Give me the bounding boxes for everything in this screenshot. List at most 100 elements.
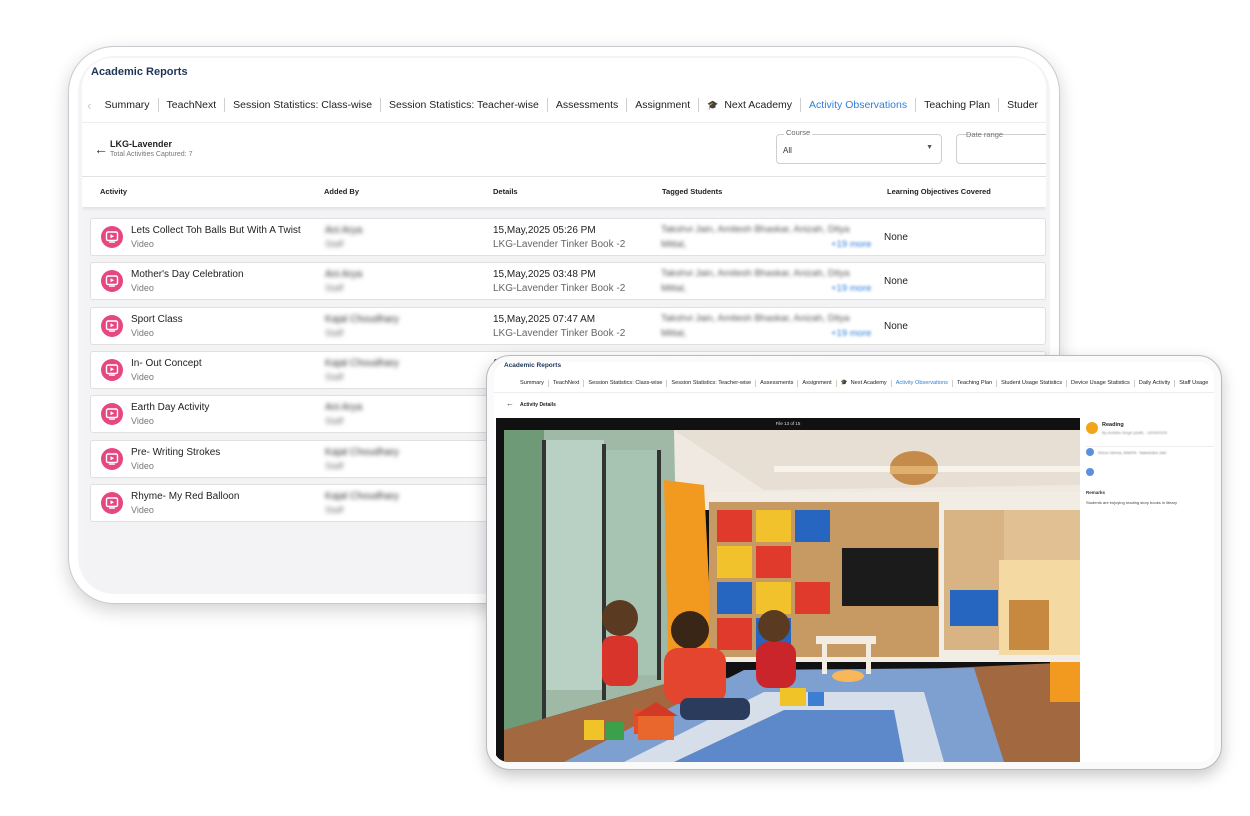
learning-objectives: None <box>884 276 908 288</box>
col-details: Details <box>493 187 518 196</box>
course-select[interactable]: All ▼ <box>776 134 942 164</box>
tab-summary[interactable]: Summary <box>516 379 549 387</box>
video-icon <box>101 314 123 337</box>
remarks-label: Remarks <box>1086 490 1106 495</box>
media-viewer[interactable]: File 13 of 15 <box>496 418 1080 762</box>
page-title: Academic Reports <box>504 362 562 369</box>
activity-book: LKG-Lavender Tinker Book -2 <box>493 239 626 250</box>
tab-student-usage[interactable]: Studer <box>999 98 1046 112</box>
activity-type: Video <box>131 416 154 427</box>
activity-title: Pre- Writing Strokes <box>131 446 221 458</box>
activity-title: Rhyme- My Red Balloon <box>131 490 240 502</box>
added-by-name: Kajal Choudhary <box>325 446 399 458</box>
table-row[interactable]: Lets Collect Toh Balls But With A Twist … <box>90 218 1046 256</box>
added-by-role: Staff <box>325 327 344 338</box>
activity-meta: By Ambika Singh (staff) · 15/05/2025 <box>1102 430 1168 435</box>
back-arrow-icon[interactable]: ← <box>94 141 108 157</box>
col-added-by: Added By <box>324 187 360 196</box>
tagged-students: Takshvi Jain, Amitesh Bhaskar, Anizah, D… <box>661 312 850 324</box>
tab-summary[interactable]: Summary <box>97 98 159 112</box>
chevron-left-icon[interactable]: ‹ <box>82 98 97 113</box>
added-by-name: Kajal Choudhary <box>325 490 399 502</box>
tab-daily-activity[interactable]: Daily Activity <box>1135 379 1176 387</box>
video-icon <box>101 403 123 426</box>
more-students-link[interactable]: +19 more <box>831 239 871 250</box>
tab-assessments[interactable]: Assessments <box>548 98 628 112</box>
date-range-label: Date range <box>966 130 1004 139</box>
tagged-students-cont: Mittal, <box>661 283 687 295</box>
tagged-students: Takshvi Jain, Amitesh Bhaskar, Anizah, D… <box>661 224 850 235</box>
activity-type: Video <box>131 327 154 338</box>
added-by-role: Staff <box>325 416 344 427</box>
app-header: Academic Reports ‹ Summary TeachNext Ses… <box>82 58 1046 122</box>
file-counter: File 13 of 15 <box>775 421 801 426</box>
remarks-text: Students are enjoying reading story book… <box>1086 500 1177 505</box>
activity-book: LKG-Lavender Tinker Book -2 <box>493 283 626 295</box>
tab-device-usage[interactable]: Device Usage Statistics <box>1067 379 1135 387</box>
activity-date: 15,May,2025 05:26 PM <box>493 225 596 236</box>
activity-type: Video <box>131 239 154 249</box>
activity-book: LKG-Lavender Tinker Book -2 <box>493 327 626 339</box>
activity-type: Video <box>131 460 154 471</box>
video-icon <box>101 270 123 293</box>
tab-next-academy[interactable]: 🎓 Next Academy <box>699 98 802 112</box>
tab-assignment[interactable]: Assignment <box>627 98 700 112</box>
back-arrow-icon[interactable]: ← <box>506 399 514 408</box>
classroom-photo <box>504 430 1080 762</box>
more-students-link[interactable]: +19 more <box>831 283 871 294</box>
col-tagged-students: Tagged Students <box>662 187 723 196</box>
tab-session-class[interactable]: Session Statistics: Class-wise <box>225 98 382 112</box>
activity-type-icon <box>1086 422 1098 434</box>
video-icon <box>101 447 123 470</box>
tab-assignment[interactable]: Assignment <box>798 379 837 387</box>
detail-bar: ← Activity Details <box>494 392 1214 417</box>
tab-teachnext[interactable]: TeachNext <box>549 379 585 387</box>
filter-bar: ← LKG-Lavender Total Activities Captured… <box>82 122 1046 177</box>
table-row[interactable]: Mother's Day Celebration Video Ani Arya … <box>90 262 1046 301</box>
tab-session-teacher[interactable]: Session Statistics: Teacher-wise <box>381 98 548 112</box>
activity-detail-panel: Reading By Ambika Singh (staff) · 15/05/… <box>1080 418 1214 762</box>
course-value: All <box>783 146 792 155</box>
tab-student-usage[interactable]: Student Usage Statistics <box>997 379 1068 387</box>
tab-session-class[interactable]: Session Statistics: Class-wise <box>584 379 668 387</box>
table-row[interactable]: Sport Class Video Kajal Choudhary Staff … <box>90 306 1046 345</box>
tab-staff-usage[interactable]: Staff Usage <box>1175 380 1212 387</box>
tab-assessments[interactable]: Assessments <box>756 379 799 387</box>
activity-title: Earth Day Activity <box>131 402 210 414</box>
caret-down-icon: ▼ <box>926 144 933 151</box>
tab-teaching-plan[interactable]: Teaching Plan <box>916 98 1000 112</box>
course-label: Course <box>784 128 813 137</box>
video-icon <box>101 491 123 514</box>
added-by-role: Staff <box>325 504 344 515</box>
report-tabs: Summary TeachNext Session Statistics: Cl… <box>494 378 1214 388</box>
tab-teachnext[interactable]: TeachNext <box>159 98 226 112</box>
total-activities: Total Activities Captured: 7 <box>110 151 193 158</box>
activity-title: Sport Class <box>131 313 183 325</box>
graduation-cap-icon: 🎓 <box>707 100 719 110</box>
added-by-role: Staff <box>325 371 344 382</box>
activity-name: Reading <box>1102 422 1124 428</box>
activity-type: Video <box>131 371 154 382</box>
divider <box>1086 446 1214 447</box>
tab-teaching-plan[interactable]: Teaching Plan <box>953 379 998 387</box>
objective-icon <box>1086 468 1094 476</box>
tab-session-teacher[interactable]: Session Statistics: Teacher-wise <box>667 379 757 387</box>
activity-title: Lets Collect Toh Balls But With A Twist <box>131 225 301 236</box>
report-tabs: ‹ Summary TeachNext Session Statistics: … <box>82 94 1046 116</box>
activity-date: 15,May,2025 03:48 PM <box>493 269 596 281</box>
page-title: Academic Reports <box>91 66 188 78</box>
tagged-students-cont: Mittal, <box>661 327 687 339</box>
activity-date: 15,May,2025 07:47 AM <box>493 313 596 325</box>
tagged-students-cont: Mittal, <box>661 239 687 250</box>
more-students-link[interactable]: +19 more <box>831 328 871 339</box>
tab-activity-observations[interactable]: Activity Observations <box>801 98 917 112</box>
col-learning-objectives: Learning Objectives Covered <box>887 187 991 196</box>
student-avatar-icon <box>1086 448 1094 456</box>
tab-activity-observations[interactable]: Activity Observations <box>892 379 953 387</box>
class-name: LKG-Lavender <box>110 139 173 149</box>
tab-next-academy[interactable]: 🎓 Next Academy <box>837 379 892 387</box>
tagged-students: Takshvi Jain, Amitesh Bhaskar, Anizah, D… <box>661 268 850 280</box>
activity-title: In- Out Concept <box>131 357 202 369</box>
activity-type: Video <box>131 283 154 294</box>
added-by-name: Ani Arya <box>325 402 363 414</box>
